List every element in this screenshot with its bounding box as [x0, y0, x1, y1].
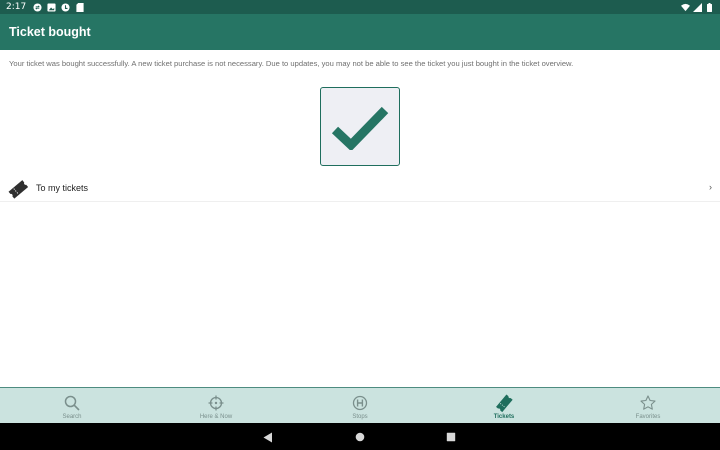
- nav-label-stops: Stops: [352, 414, 368, 420]
- success-checkmark: [320, 87, 400, 166]
- image-icon: [47, 2, 56, 12]
- crosshair-icon: [207, 394, 225, 412]
- nav-label-favorites: Favorites: [635, 414, 661, 420]
- info-icon: [61, 2, 70, 12]
- nav-label-here-and-now: Here & Now: [199, 414, 233, 420]
- nav-item-search[interactable]: Search: [0, 388, 144, 423]
- home-icon[interactable]: [354, 431, 366, 443]
- nav-item-favorites[interactable]: Favorites: [576, 388, 720, 423]
- status-left: 2:17: [6, 2, 84, 12]
- nav-label-tickets: Tickets: [493, 414, 515, 420]
- to-my-tickets-link[interactable]: To my tickets ›: [0, 175, 720, 202]
- nav-label-search: Search: [62, 414, 82, 420]
- ticket-icon: [495, 394, 513, 413]
- status-bar: 2:17: [0, 0, 720, 14]
- ticket-icon: [8, 179, 29, 199]
- star-icon: [639, 394, 657, 412]
- nav-item-tickets[interactable]: Tickets: [432, 388, 576, 423]
- app-bar: Ticket bought: [0, 14, 720, 50]
- purchase-success-message: Your ticket was bought successfully. A n…: [9, 59, 574, 68]
- bottom-nav: Search Here & Now Stops Tickets Favorite…: [0, 387, 720, 423]
- back-icon[interactable]: [262, 431, 274, 443]
- status-right: [681, 2, 714, 12]
- signal-icon: [693, 2, 702, 12]
- recents-icon[interactable]: [445, 431, 457, 443]
- status-time: 2:17: [6, 2, 27, 12]
- wifi-icon: [681, 3, 690, 12]
- page-title: Ticket bought: [9, 25, 91, 39]
- battery-icon: [705, 2, 714, 12]
- search-icon: [63, 394, 81, 412]
- system-nav-bar: [0, 423, 720, 450]
- sync-icon: [33, 2, 42, 12]
- screen: 2:17 Ticket bought Your ticket was bough…: [0, 0, 720, 450]
- nav-item-stops[interactable]: Stops: [288, 388, 432, 423]
- sd-card-icon: [75, 2, 84, 12]
- checkmark-icon: [331, 106, 389, 150]
- stop-sign-icon: [351, 394, 369, 412]
- to-my-tickets-label: To my tickets: [36, 183, 89, 193]
- chevron-right-icon: ›: [709, 182, 712, 192]
- nav-item-here-and-now[interactable]: Here & Now: [144, 388, 288, 423]
